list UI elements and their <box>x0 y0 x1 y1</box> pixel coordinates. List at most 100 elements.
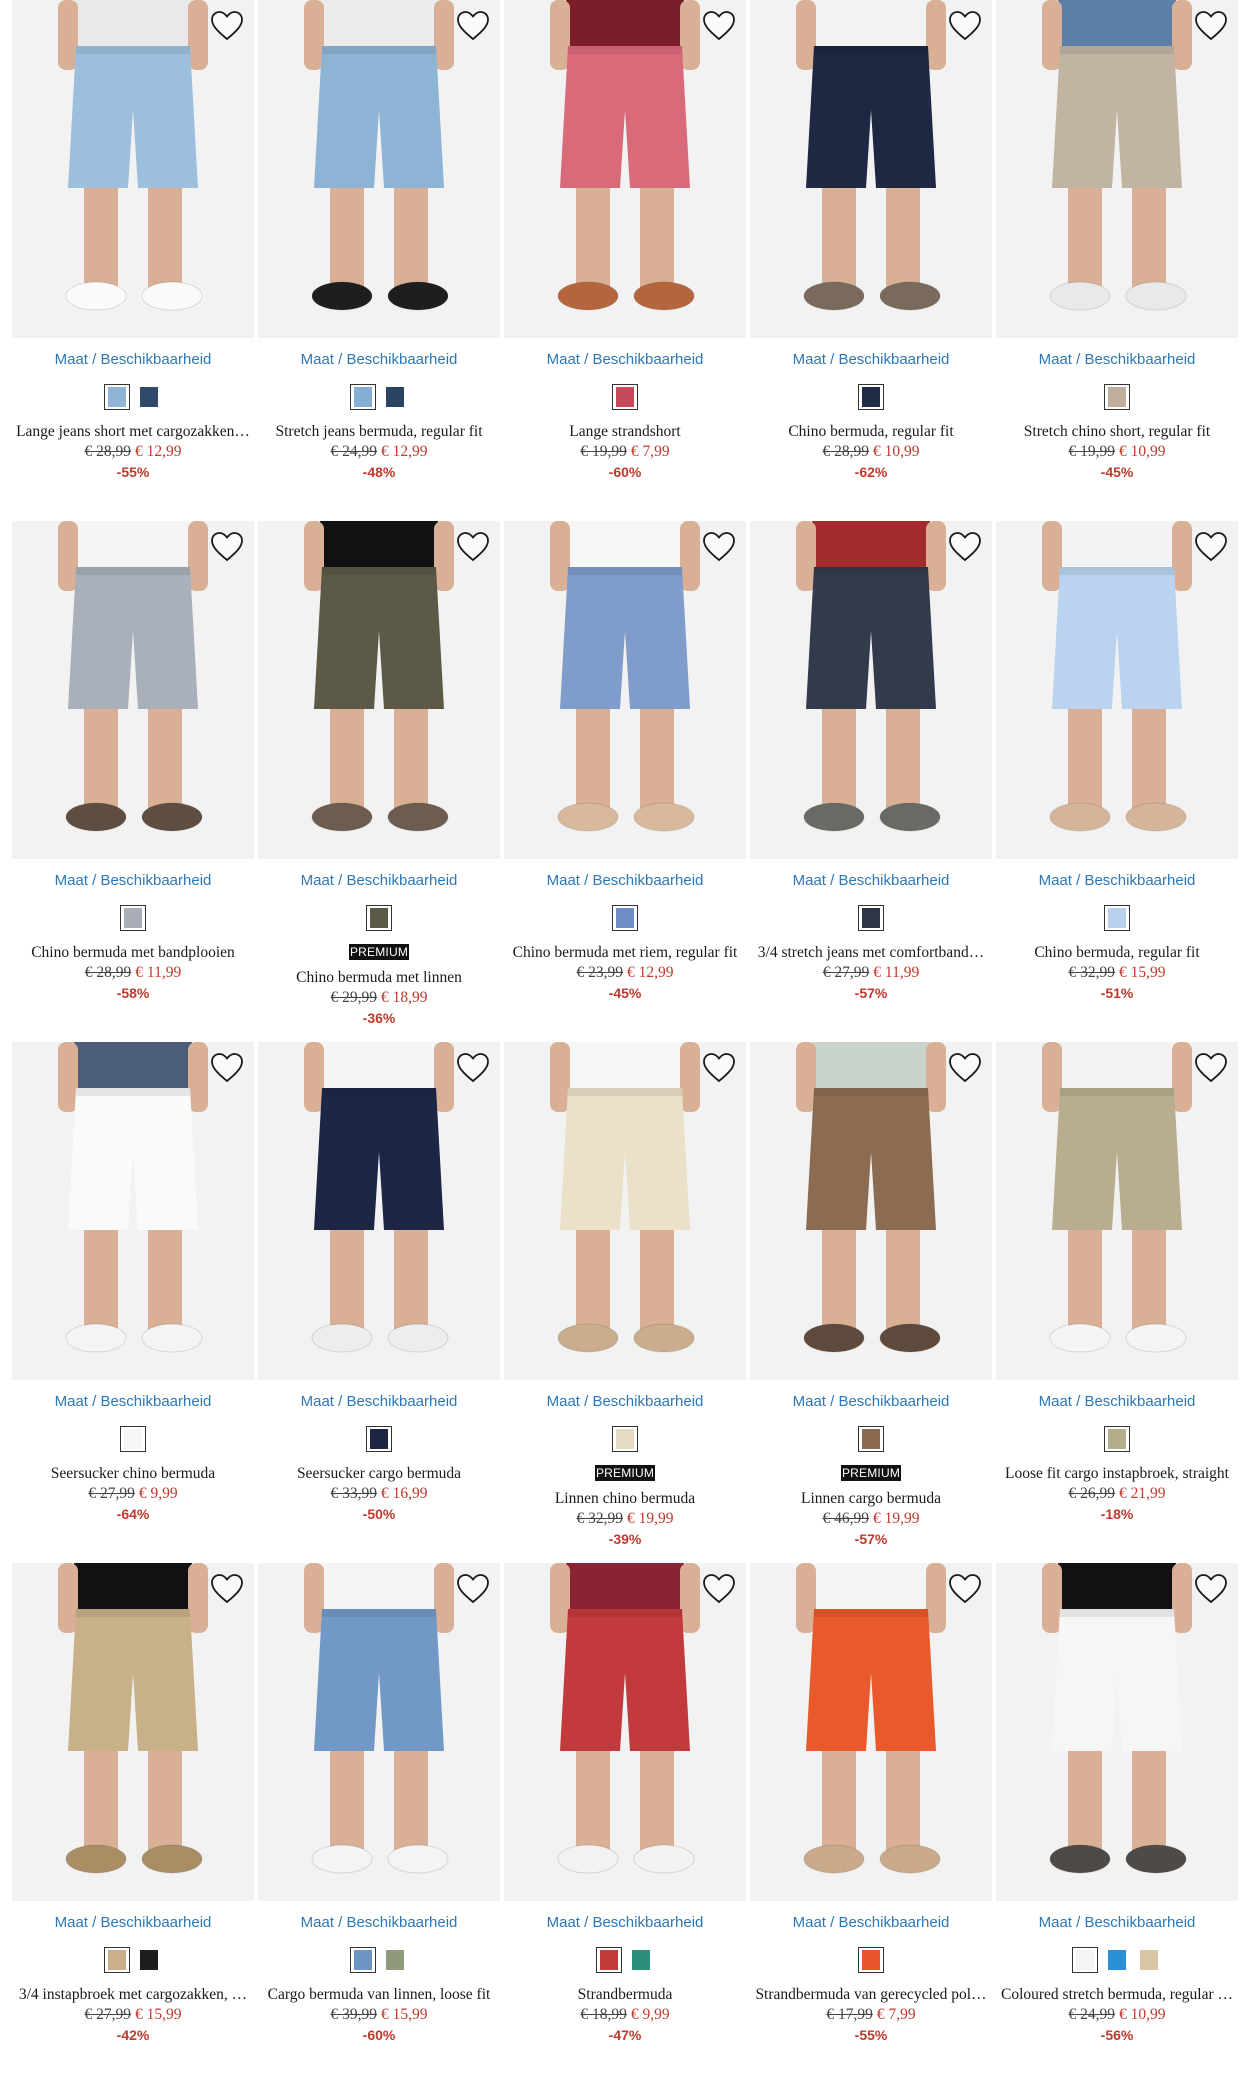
wishlist-heart-icon[interactable] <box>456 1052 490 1084</box>
product-card[interactable]: Maat / Beschikbaarheid PREMIUM Linnen carg… <box>750 1042 992 1549</box>
product-card[interactable]: Maat / Beschikbaarheid Lange jeans short … <box>12 0 254 482</box>
size-availability-link[interactable]: Maat / Beschikbaarheid <box>258 350 500 370</box>
wishlist-heart-icon[interactable] <box>702 531 736 563</box>
product-card[interactable]: Maat / Beschikbaarheid Cargo bermuda van … <box>258 1563 500 2045</box>
product-title[interactable]: Strandbermuda <box>504 1985 746 2005</box>
wishlist-heart-icon[interactable] <box>948 10 982 42</box>
color-swatch[interactable] <box>1104 1426 1130 1452</box>
wishlist-heart-icon[interactable] <box>210 10 244 42</box>
product-image[interactable] <box>504 1563 746 1901</box>
size-availability-link[interactable]: Maat / Beschikbaarheid <box>750 350 992 370</box>
color-swatch[interactable] <box>136 1947 162 1973</box>
product-image[interactable] <box>750 1563 992 1901</box>
product-title[interactable]: Chino bermuda met bandplooien <box>12 943 254 963</box>
size-availability-link[interactable]: Maat / Beschikbaarheid <box>12 871 254 891</box>
color-swatch[interactable] <box>120 1426 146 1452</box>
product-image[interactable] <box>258 521 500 859</box>
product-title[interactable]: Loose fit cargo instapbroek, straight <box>996 1464 1238 1484</box>
size-availability-link[interactable]: Maat / Beschikbaarheid <box>258 1913 500 1933</box>
product-image[interactable] <box>750 1042 992 1380</box>
product-image[interactable] <box>258 1563 500 1901</box>
color-swatch[interactable] <box>104 1947 130 1973</box>
color-swatch[interactable] <box>136 384 162 410</box>
product-title[interactable]: Linnen chino bermuda <box>504 1489 746 1509</box>
size-availability-link[interactable]: Maat / Beschikbaarheid <box>750 1392 992 1412</box>
wishlist-heart-icon[interactable] <box>1194 10 1228 42</box>
product-card[interactable]: Maat / Beschikbaarheid Loose fit cargo in… <box>996 1042 1238 1524</box>
product-card[interactable]: Maat / Beschikbaarheid Seersucker chino b… <box>12 1042 254 1524</box>
wishlist-heart-icon[interactable] <box>948 1573 982 1605</box>
color-swatch[interactable] <box>858 1426 884 1452</box>
size-availability-link[interactable]: Maat / Beschikbaarheid <box>996 871 1238 891</box>
product-title[interactable]: Chino bermuda met riem, regular fit <box>504 943 746 963</box>
product-card[interactable]: Maat / Beschikbaarheid 3/4 stretch jeans … <box>750 521 992 1003</box>
product-card[interactable]: Maat / Beschikbaarheid Chino bermuda met … <box>12 521 254 1003</box>
wishlist-heart-icon[interactable] <box>210 1573 244 1605</box>
product-card[interactable]: Maat / Beschikbaarheid Strandbermuda € 18,… <box>504 1563 746 2045</box>
size-availability-link[interactable]: Maat / Beschikbaarheid <box>504 1913 746 1933</box>
color-swatch[interactable] <box>1072 1947 1098 1973</box>
color-swatch[interactable] <box>350 384 376 410</box>
color-swatch[interactable] <box>382 384 408 410</box>
product-image[interactable] <box>504 1042 746 1380</box>
product-card[interactable]: Maat / Beschikbaarheid Chino bermuda met … <box>504 521 746 1003</box>
wishlist-heart-icon[interactable] <box>456 10 490 42</box>
wishlist-heart-icon[interactable] <box>456 1573 490 1605</box>
product-image[interactable] <box>996 1042 1238 1380</box>
wishlist-heart-icon[interactable] <box>210 531 244 563</box>
color-swatch[interactable] <box>120 905 146 931</box>
product-card[interactable]: Maat / Beschikbaarheid 3/4 instapbroek me… <box>12 1563 254 2045</box>
size-availability-link[interactable]: Maat / Beschikbaarheid <box>12 1913 254 1933</box>
product-title[interactable]: Chino bermuda met linnen <box>258 968 500 988</box>
product-title[interactable]: 3/4 stretch jeans met comfortband… <box>750 943 992 963</box>
product-card[interactable]: Maat / Beschikbaarheid Stretch chino shor… <box>996 0 1238 482</box>
product-card[interactable]: Maat / Beschikbaarheid Lange strandshort €… <box>504 0 746 482</box>
product-title[interactable]: Stretch jeans bermuda, regular fit <box>258 422 500 442</box>
wishlist-heart-icon[interactable] <box>1194 1573 1228 1605</box>
product-title[interactable]: Lange jeans short met cargozakken… <box>12 422 254 442</box>
product-card[interactable]: Maat / Beschikbaarheid Chino bermuda, reg… <box>996 521 1238 1003</box>
product-image[interactable] <box>996 1563 1238 1901</box>
size-availability-link[interactable]: Maat / Beschikbaarheid <box>258 871 500 891</box>
product-image[interactable] <box>12 0 254 338</box>
wishlist-heart-icon[interactable] <box>1194 531 1228 563</box>
color-swatch[interactable] <box>1104 1947 1130 1973</box>
color-swatch[interactable] <box>858 384 884 410</box>
color-swatch[interactable] <box>366 1426 392 1452</box>
wishlist-heart-icon[interactable] <box>702 1573 736 1605</box>
size-availability-link[interactable]: Maat / Beschikbaarheid <box>996 1392 1238 1412</box>
wishlist-heart-icon[interactable] <box>948 531 982 563</box>
product-image[interactable] <box>12 1563 254 1901</box>
product-card[interactable]: Maat / Beschikbaarheid Coloured stretch b… <box>996 1563 1238 2045</box>
product-title[interactable]: Seersucker chino bermuda <box>12 1464 254 1484</box>
color-swatch[interactable] <box>612 1426 638 1452</box>
product-card[interactable]: Maat / Beschikbaarheid Stretch jeans berm… <box>258 0 500 482</box>
product-image[interactable] <box>750 0 992 338</box>
product-title[interactable]: Linnen cargo bermuda <box>750 1489 992 1509</box>
color-swatch[interactable] <box>382 1947 408 1973</box>
product-image[interactable] <box>12 1042 254 1380</box>
product-image[interactable] <box>504 0 746 338</box>
product-card[interactable]: Maat / Beschikbaarheid PREMIUM Linnen chin… <box>504 1042 746 1549</box>
product-card[interactable]: Maat / Beschikbaarheid Seersucker cargo b… <box>258 1042 500 1524</box>
wishlist-heart-icon[interactable] <box>702 1052 736 1084</box>
product-image[interactable] <box>996 0 1238 338</box>
size-availability-link[interactable]: Maat / Beschikbaarheid <box>504 350 746 370</box>
color-swatch[interactable] <box>366 905 392 931</box>
product-card[interactable]: Maat / Beschikbaarheid Strandbermuda van … <box>750 1563 992 2045</box>
size-availability-link[interactable]: Maat / Beschikbaarheid <box>12 350 254 370</box>
product-image[interactable] <box>504 521 746 859</box>
product-title[interactable]: Lange strandshort <box>504 422 746 442</box>
size-availability-link[interactable]: Maat / Beschikbaarheid <box>504 871 746 891</box>
color-swatch[interactable] <box>1136 1947 1162 1973</box>
wishlist-heart-icon[interactable] <box>948 1052 982 1084</box>
product-title[interactable]: Stretch chino short, regular fit <box>996 422 1238 442</box>
size-availability-link[interactable]: Maat / Beschikbaarheid <box>258 1392 500 1412</box>
color-swatch[interactable] <box>858 1947 884 1973</box>
product-title[interactable]: Chino bermuda, regular fit <box>996 943 1238 963</box>
size-availability-link[interactable]: Maat / Beschikbaarheid <box>996 1913 1238 1933</box>
product-image[interactable] <box>996 521 1238 859</box>
color-swatch[interactable] <box>612 905 638 931</box>
wishlist-heart-icon[interactable] <box>456 531 490 563</box>
color-swatch[interactable] <box>1104 384 1130 410</box>
